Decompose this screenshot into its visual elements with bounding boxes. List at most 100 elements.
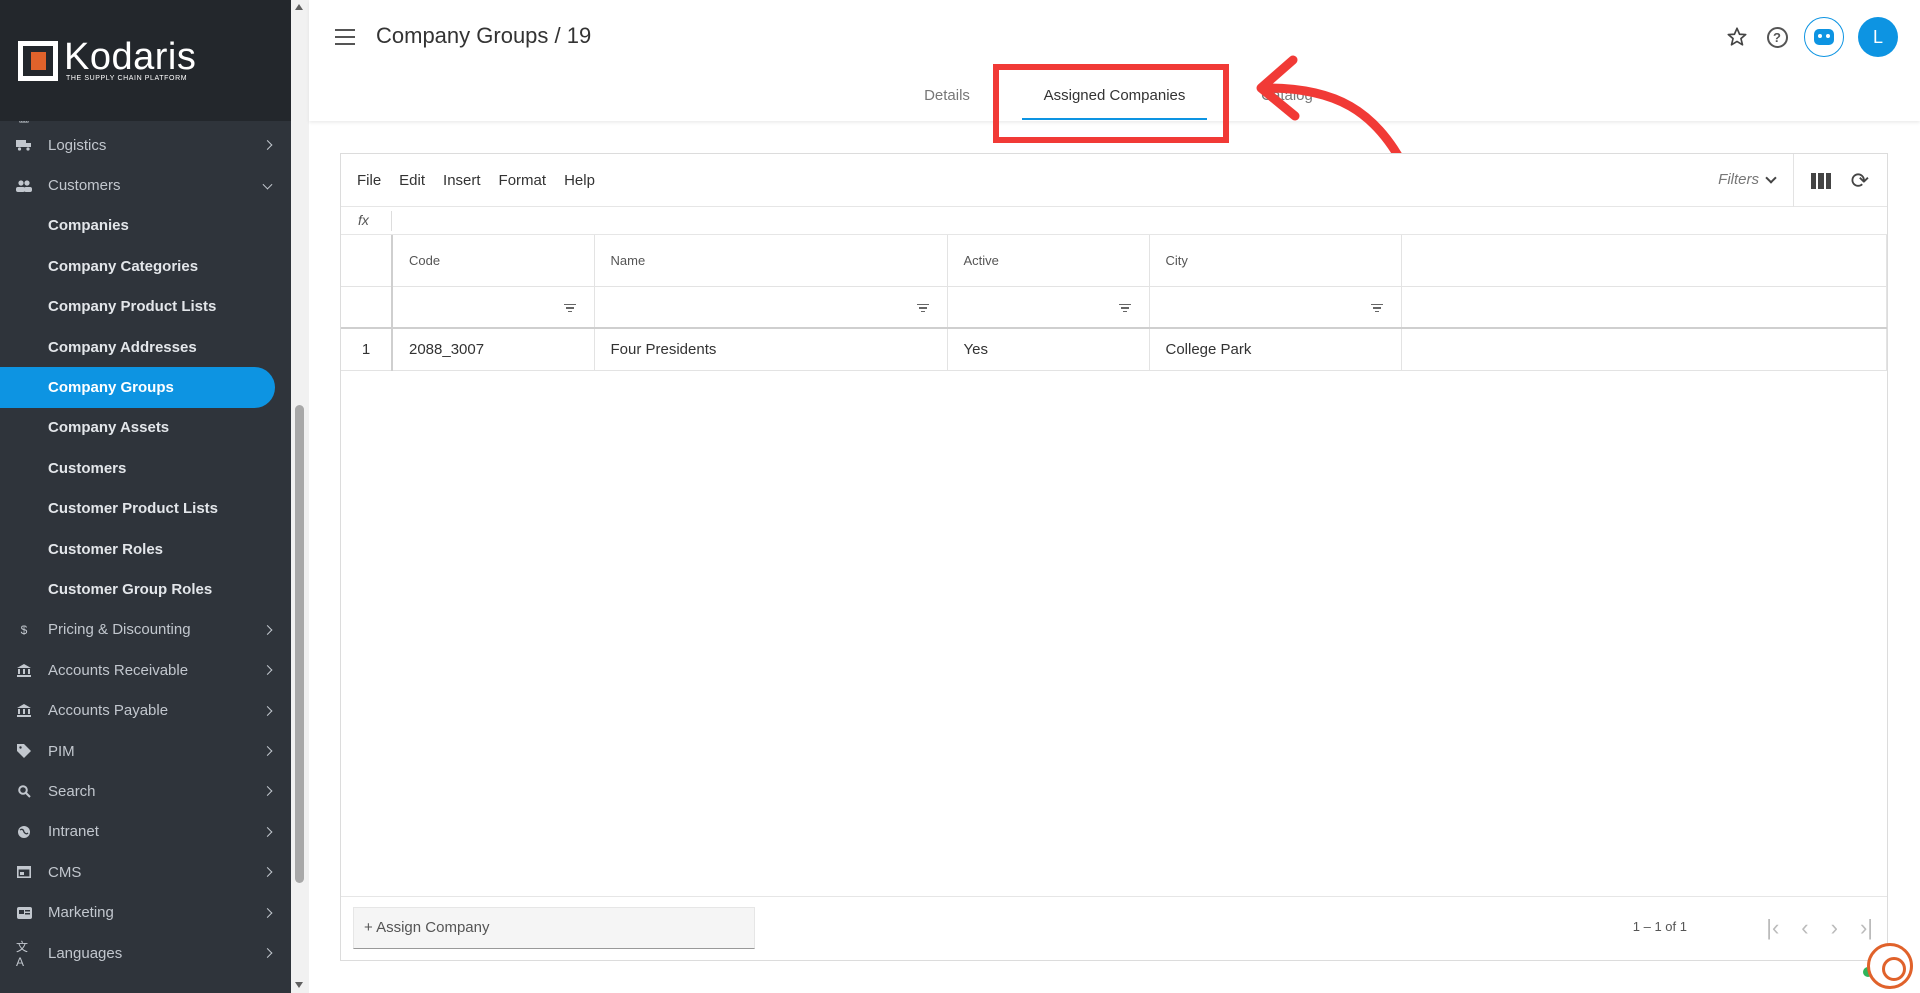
sidebar-sub-company-assets[interactable]: Company Assets bbox=[0, 408, 291, 448]
filters-dropdown[interactable]: Filters bbox=[1718, 171, 1777, 188]
sidebar-item-label: Logistics bbox=[48, 136, 107, 154]
fx-label: fx bbox=[358, 212, 369, 228]
first-page-icon[interactable]: |‹ bbox=[1766, 915, 1779, 941]
sidebar-sub-company-product-lists[interactable]: Company Product Lists bbox=[0, 287, 291, 327]
scroll-down-arrow-icon[interactable] bbox=[295, 982, 303, 988]
sidebar-item-intranet[interactable]: Intranet bbox=[0, 812, 291, 852]
sidebar-item-label: PIM bbox=[48, 742, 75, 760]
sidebar-sub-customer-roles[interactable]: Customer Roles bbox=[0, 529, 291, 569]
sidebar-item-marketing[interactable]: Marketing bbox=[0, 892, 291, 932]
chevron-right-icon bbox=[262, 826, 273, 837]
chevron-right-icon bbox=[262, 140, 273, 151]
menu-help[interactable]: Help bbox=[564, 172, 595, 189]
sidebar-item-customers[interactable]: Customers bbox=[0, 165, 291, 205]
tag-icon bbox=[16, 743, 32, 759]
filter-cell-code[interactable] bbox=[392, 286, 595, 329]
logo-text: Kodaris THE SUPPLY CHAIN PLATFORM bbox=[64, 36, 197, 82]
next-page-icon[interactable]: › bbox=[1831, 915, 1838, 941]
filter-cell-active[interactable] bbox=[947, 286, 1150, 329]
menu-insert[interactable]: Insert bbox=[443, 172, 481, 189]
prev-page-icon[interactable]: ‹ bbox=[1801, 915, 1808, 941]
filter-cell-name[interactable] bbox=[594, 286, 948, 329]
last-page-icon[interactable]: ›| bbox=[1860, 915, 1873, 941]
cell-code[interactable]: 2088_3007 bbox=[392, 328, 595, 371]
sidebar-sub-customer-group-roles[interactable]: Customer Group Roles bbox=[0, 569, 291, 609]
sidebar-nav: ▦ Orders Logistics Customers Companies C… bbox=[0, 103, 291, 973]
refresh-icon[interactable]: ⟳ bbox=[1851, 168, 1869, 194]
filter-icon[interactable] bbox=[563, 303, 576, 315]
sidebar-sub-company-categories[interactable]: Company Categories bbox=[0, 246, 291, 286]
sidebar-sub-company-groups[interactable]: Company Groups bbox=[0, 367, 275, 408]
chevron-down-icon bbox=[262, 179, 273, 190]
annotation-highlight-box bbox=[993, 64, 1229, 143]
column-header-code[interactable]: Code bbox=[392, 235, 595, 287]
bank-icon bbox=[16, 703, 32, 719]
help-button[interactable]: ? bbox=[1764, 24, 1790, 50]
assign-company-button[interactable]: + Assign Company bbox=[353, 907, 755, 949]
chevron-right-icon bbox=[262, 624, 273, 635]
chat-widget-icon[interactable] bbox=[1867, 943, 1913, 989]
people-icon bbox=[16, 178, 32, 194]
filter-cell-city[interactable] bbox=[1149, 286, 1402, 329]
sidebar-item-languages[interactable]: 文A Languages bbox=[0, 933, 291, 973]
cell-active[interactable]: Yes bbox=[947, 328, 1150, 371]
columns-icon[interactable] bbox=[1811, 173, 1831, 189]
column-header-empty bbox=[1401, 235, 1887, 287]
menu-edit[interactable]: Edit bbox=[399, 172, 425, 189]
assistant-button[interactable] bbox=[1804, 17, 1844, 57]
chevron-right-icon bbox=[262, 907, 273, 918]
brand-tagline: THE SUPPLY CHAIN PLATFORM bbox=[66, 75, 188, 82]
table-row[interactable]: 1 2088_3007 Four Presidents Yes College … bbox=[341, 328, 1887, 371]
search-icon bbox=[16, 783, 32, 799]
app-root: ▦ Orders Logistics Customers Companies C… bbox=[0, 0, 1920, 993]
bank-icon bbox=[16, 662, 32, 678]
sidebar-item-label: CMS bbox=[48, 863, 82, 881]
kodaris-logo-icon bbox=[18, 40, 58, 81]
chevron-right-icon bbox=[262, 665, 273, 676]
chevron-down-icon bbox=[1765, 171, 1777, 184]
column-header-name[interactable]: Name bbox=[594, 235, 948, 287]
filter-icon[interactable] bbox=[916, 303, 929, 315]
cell-name[interactable]: Four Presidents bbox=[594, 328, 948, 371]
sidebar-item-label: Customers bbox=[48, 177, 121, 195]
avatar[interactable]: L bbox=[1858, 17, 1898, 57]
sidebar-scrollbar-thumb[interactable] bbox=[295, 405, 304, 883]
menu-format[interactable]: Format bbox=[499, 172, 547, 189]
sidebar-item-accounts-payable[interactable]: Accounts Payable bbox=[0, 690, 291, 730]
chevron-right-icon bbox=[262, 867, 273, 878]
truck-icon bbox=[16, 137, 32, 153]
sidebar-item-label: Marketing bbox=[48, 904, 114, 922]
column-header-active[interactable]: Active bbox=[947, 235, 1150, 287]
sidebar-item-label: Accounts Payable bbox=[48, 702, 169, 720]
translate-icon: 文A bbox=[16, 939, 29, 969]
page-title: Company Groups / 19 bbox=[376, 23, 592, 48]
sidebar-sub-companies[interactable]: Companies bbox=[0, 206, 291, 246]
formula-bar[interactable]: fx bbox=[341, 207, 1887, 235]
brand-name: Kodaris bbox=[64, 36, 197, 78]
filters-label: Filters bbox=[1718, 171, 1759, 188]
sidebar-item-cms[interactable]: CMS bbox=[0, 852, 291, 892]
star-icon[interactable] bbox=[1724, 24, 1750, 50]
sidebar-item-search[interactable]: Search bbox=[0, 771, 291, 811]
chevron-right-icon bbox=[262, 948, 273, 958]
sidebar-item-logistics[interactable]: Logistics bbox=[0, 125, 291, 165]
cell-city[interactable]: College Park bbox=[1149, 328, 1402, 371]
sidebar-item-pricing[interactable]: $ Pricing & Discounting bbox=[0, 610, 291, 650]
filter-icon[interactable] bbox=[1118, 303, 1131, 315]
filter-icon[interactable] bbox=[1370, 303, 1383, 315]
sidebar-item-pim[interactable]: PIM bbox=[0, 731, 291, 771]
sidebar-item-label: Pricing & Discounting bbox=[48, 621, 191, 639]
tab-details[interactable]: Details bbox=[892, 80, 1002, 120]
sidebar-item-accounts-receivable[interactable]: Accounts Receivable bbox=[0, 650, 291, 690]
globe-icon bbox=[16, 824, 32, 840]
sidebar-sub-customers[interactable]: Customers bbox=[0, 448, 291, 488]
scroll-up-arrow-icon[interactable] bbox=[295, 4, 303, 10]
menu-file[interactable]: File bbox=[357, 172, 381, 189]
chevron-right-icon bbox=[262, 786, 273, 797]
header-actions: ? L bbox=[1724, 17, 1898, 57]
menu-icon[interactable] bbox=[335, 29, 355, 45]
sidebar-sub-customer-product-lists[interactable]: Customer Product Lists bbox=[0, 489, 291, 529]
column-header-city[interactable]: City bbox=[1149, 235, 1402, 287]
logo[interactable]: Kodaris THE SUPPLY CHAIN PLATFORM bbox=[0, 0, 291, 121]
sidebar-sub-company-addresses[interactable]: Company Addresses bbox=[0, 327, 291, 367]
